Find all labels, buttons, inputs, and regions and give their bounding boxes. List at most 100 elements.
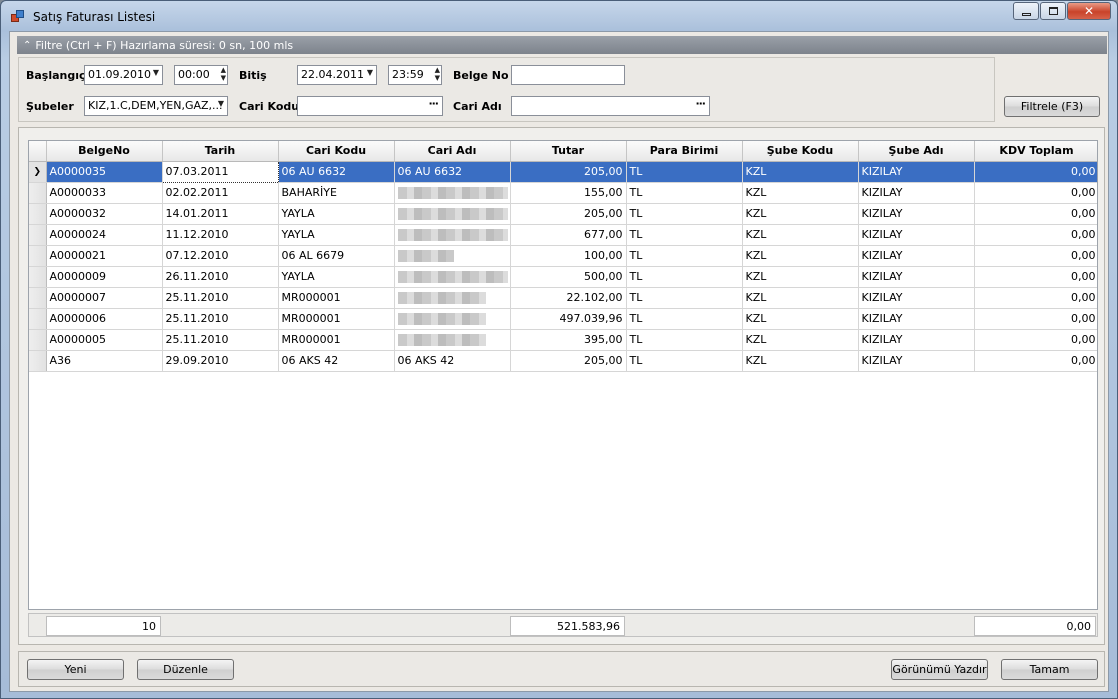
cell-sube-kodu[interactable]: KZL <box>742 350 859 372</box>
cell-para[interactable]: TL <box>626 203 743 225</box>
cell-sube-adi[interactable]: KIZILAY <box>858 308 975 330</box>
start-time-field[interactable]: 00:00 ▲ ▼ <box>174 65 228 85</box>
cell-cari-kodu[interactable]: BAHARİYE <box>278 182 395 204</box>
spinner-icon[interactable]: ▲ ▼ <box>221 66 226 82</box>
cell-kdv[interactable]: 0,00 <box>974 329 1097 351</box>
end-date-picker[interactable]: 22.04.2011 ▼ <box>297 65 377 85</box>
cell-tutar[interactable]: 205,00 <box>510 203 627 225</box>
cell-tarih[interactable]: 02.02.2011 <box>162 182 279 204</box>
cell-kdv[interactable]: 0,00 <box>974 182 1097 204</box>
cell-cari-adi[interactable]: 06 AKS 42 <box>394 350 511 372</box>
cell-cari-adi[interactable] <box>394 203 511 225</box>
cell-tarih[interactable]: 07.12.2010 <box>162 245 279 267</box>
filter-header[interactable]: ⌃ Filtre (Ctrl + F) Hazırlama süresi: 0 … <box>17 36 1107 54</box>
cell-cari-kodu[interactable]: MR000001 <box>278 287 395 309</box>
cell-sube-kodu[interactable]: KZL <box>742 224 859 246</box>
start-date-picker[interactable]: 01.09.2010 ▼ <box>84 65 163 85</box>
cell-kdv[interactable]: 0,00 <box>974 287 1097 309</box>
cell-sube-adi[interactable]: KIZILAY <box>858 245 975 267</box>
table-row[interactable]: A0000021 07.12.2010 06 AL 6679 100,00 TL KZL K… <box>29 245 1097 267</box>
row-pointer-icon[interactable]: ❯ <box>29 161 47 183</box>
row-indicator[interactable] <box>29 350 47 372</box>
cell-sube-kodu[interactable]: KZL <box>742 329 859 351</box>
cell-tutar[interactable]: 497.039,96 <box>510 308 627 330</box>
column-header[interactable]: Şube Kodu <box>742 141 859 162</box>
chevron-down-icon[interactable]: ▼ <box>218 99 224 108</box>
chevron-down-icon[interactable]: ▼ <box>367 68 373 77</box>
cell-para[interactable]: TL <box>626 287 743 309</box>
cell-cari-kodu[interactable]: MR000001 <box>278 329 395 351</box>
cell-kdv[interactable]: 0,00 <box>974 224 1097 246</box>
cell-cari-adi[interactable] <box>394 329 511 351</box>
cell-para[interactable]: TL <box>626 161 743 183</box>
edit-button[interactable]: Düzenle <box>137 659 234 680</box>
cell-sube-adi[interactable]: KIZILAY <box>858 287 975 309</box>
cell-sube-adi[interactable]: KIZILAY <box>858 266 975 288</box>
table-row[interactable]: A0000007 25.11.2010 MR000001 22.102,00 TL KZL… <box>29 287 1097 309</box>
cell-tutar[interactable]: 155,00 <box>510 182 627 204</box>
double-chevron-up-icon[interactable]: ⌃ <box>23 40 31 51</box>
minimize-button[interactable] <box>1013 2 1039 20</box>
cell-sube-adi[interactable]: KIZILAY <box>858 224 975 246</box>
cell-tarih[interactable]: 29.09.2010 <box>162 350 279 372</box>
filter-button[interactable]: Filtrele (F3) <box>1004 96 1100 117</box>
cell-belgeno[interactable]: A0000024 <box>46 224 163 246</box>
cell-kdv[interactable]: 0,00 <box>974 245 1097 267</box>
row-indicator[interactable] <box>29 203 47 225</box>
cell-kdv[interactable]: 0,00 <box>974 203 1097 225</box>
print-view-button[interactable]: Görünümü Yazdır <box>891 659 988 680</box>
row-indicator[interactable] <box>29 266 47 288</box>
cell-cari-kodu[interactable]: YAYLA <box>278 266 395 288</box>
cell-para[interactable]: TL <box>626 350 743 372</box>
invoice-grid[interactable]: BelgeNo Tarih Cari Kodu Cari Adı Tutar P… <box>28 140 1098 610</box>
cell-belgeno[interactable]: A0000006 <box>46 308 163 330</box>
cell-cari-kodu[interactable]: YAYLA <box>278 224 395 246</box>
cell-tutar[interactable]: 395,00 <box>510 329 627 351</box>
cell-kdv[interactable]: 0,00 <box>974 161 1097 183</box>
cell-tutar[interactable]: 677,00 <box>510 224 627 246</box>
column-header[interactable]: Cari Kodu <box>278 141 395 162</box>
row-indicator[interactable] <box>29 308 47 330</box>
cell-sube-kodu[interactable]: KZL <box>742 245 859 267</box>
cell-sube-adi[interactable]: KIZILAY <box>858 350 975 372</box>
table-row[interactable]: A0000032 14.01.2011 YAYLA 205,00 TL KZL KIZILA… <box>29 203 1097 225</box>
cell-cari-kodu[interactable]: YAYLA <box>278 203 395 225</box>
table-row[interactable]: A0000009 26.11.2010 YAYLA 500,00 TL KZL KIZILA… <box>29 266 1097 288</box>
cari-adi-input[interactable]: ··· <box>511 96 710 116</box>
table-row[interactable]: A0000024 11.12.2010 YAYLA 677,00 TL KZL KIZILA… <box>29 224 1097 246</box>
spinner-icon[interactable]: ▲ ▼ <box>435 66 440 82</box>
cell-tutar[interactable]: 205,00 <box>510 161 627 183</box>
cell-tarih[interactable]: 07.03.2011 <box>161 160 279 183</box>
cell-tutar[interactable]: 205,00 <box>510 350 627 372</box>
cell-sube-adi[interactable]: KIZILAY <box>858 161 975 183</box>
cari-kodu-input[interactable]: ··· <box>297 96 443 116</box>
cell-cari-kodu[interactable]: 06 AU 6632 <box>278 161 395 183</box>
table-row[interactable]: A36 29.09.2010 06 AKS 42 06 AKS 42 205,00 TL K… <box>29 350 1097 372</box>
column-header[interactable]: Şube Adı <box>858 141 975 162</box>
cell-tarih[interactable]: 26.11.2010 <box>162 266 279 288</box>
cell-sube-adi[interactable]: KIZILAY <box>858 203 975 225</box>
cell-sube-kodu[interactable]: KZL <box>742 287 859 309</box>
cell-para[interactable]: TL <box>626 329 743 351</box>
cell-cari-adi[interactable] <box>394 266 511 288</box>
close-button[interactable]: ✕ <box>1067 2 1111 20</box>
cell-belgeno[interactable]: A0000021 <box>46 245 163 267</box>
cell-tarih[interactable]: 14.01.2011 <box>162 203 279 225</box>
cell-tutar[interactable]: 22.102,00 <box>510 287 627 309</box>
row-indicator[interactable] <box>29 287 47 309</box>
cell-belgeno[interactable]: A0000007 <box>46 287 163 309</box>
row-indicator[interactable] <box>29 182 47 204</box>
end-time-field[interactable]: 23:59 ▲ ▼ <box>388 65 442 85</box>
column-header[interactable]: Para Birimi <box>626 141 743 162</box>
cell-tutar[interactable]: 100,00 <box>510 245 627 267</box>
column-header[interactable]: KDV Toplam <box>974 141 1097 162</box>
cell-tarih[interactable]: 25.11.2010 <box>162 287 279 309</box>
ellipsis-icon[interactable]: ··· <box>695 97 706 110</box>
cell-cari-adi[interactable]: 06 AU 6632 <box>394 161 511 183</box>
branches-select[interactable]: KIZ,1.C,DEM,YEN,GAZ,... ▼ <box>84 96 228 116</box>
table-row[interactable]: A0000006 25.11.2010 MR000001 497.039,96 TL KZ… <box>29 308 1097 330</box>
cell-tutar[interactable]: 500,00 <box>510 266 627 288</box>
cell-sube-adi[interactable]: KIZILAY <box>858 182 975 204</box>
cell-tarih[interactable]: 11.12.2010 <box>162 224 279 246</box>
cell-cari-adi[interactable] <box>394 308 511 330</box>
